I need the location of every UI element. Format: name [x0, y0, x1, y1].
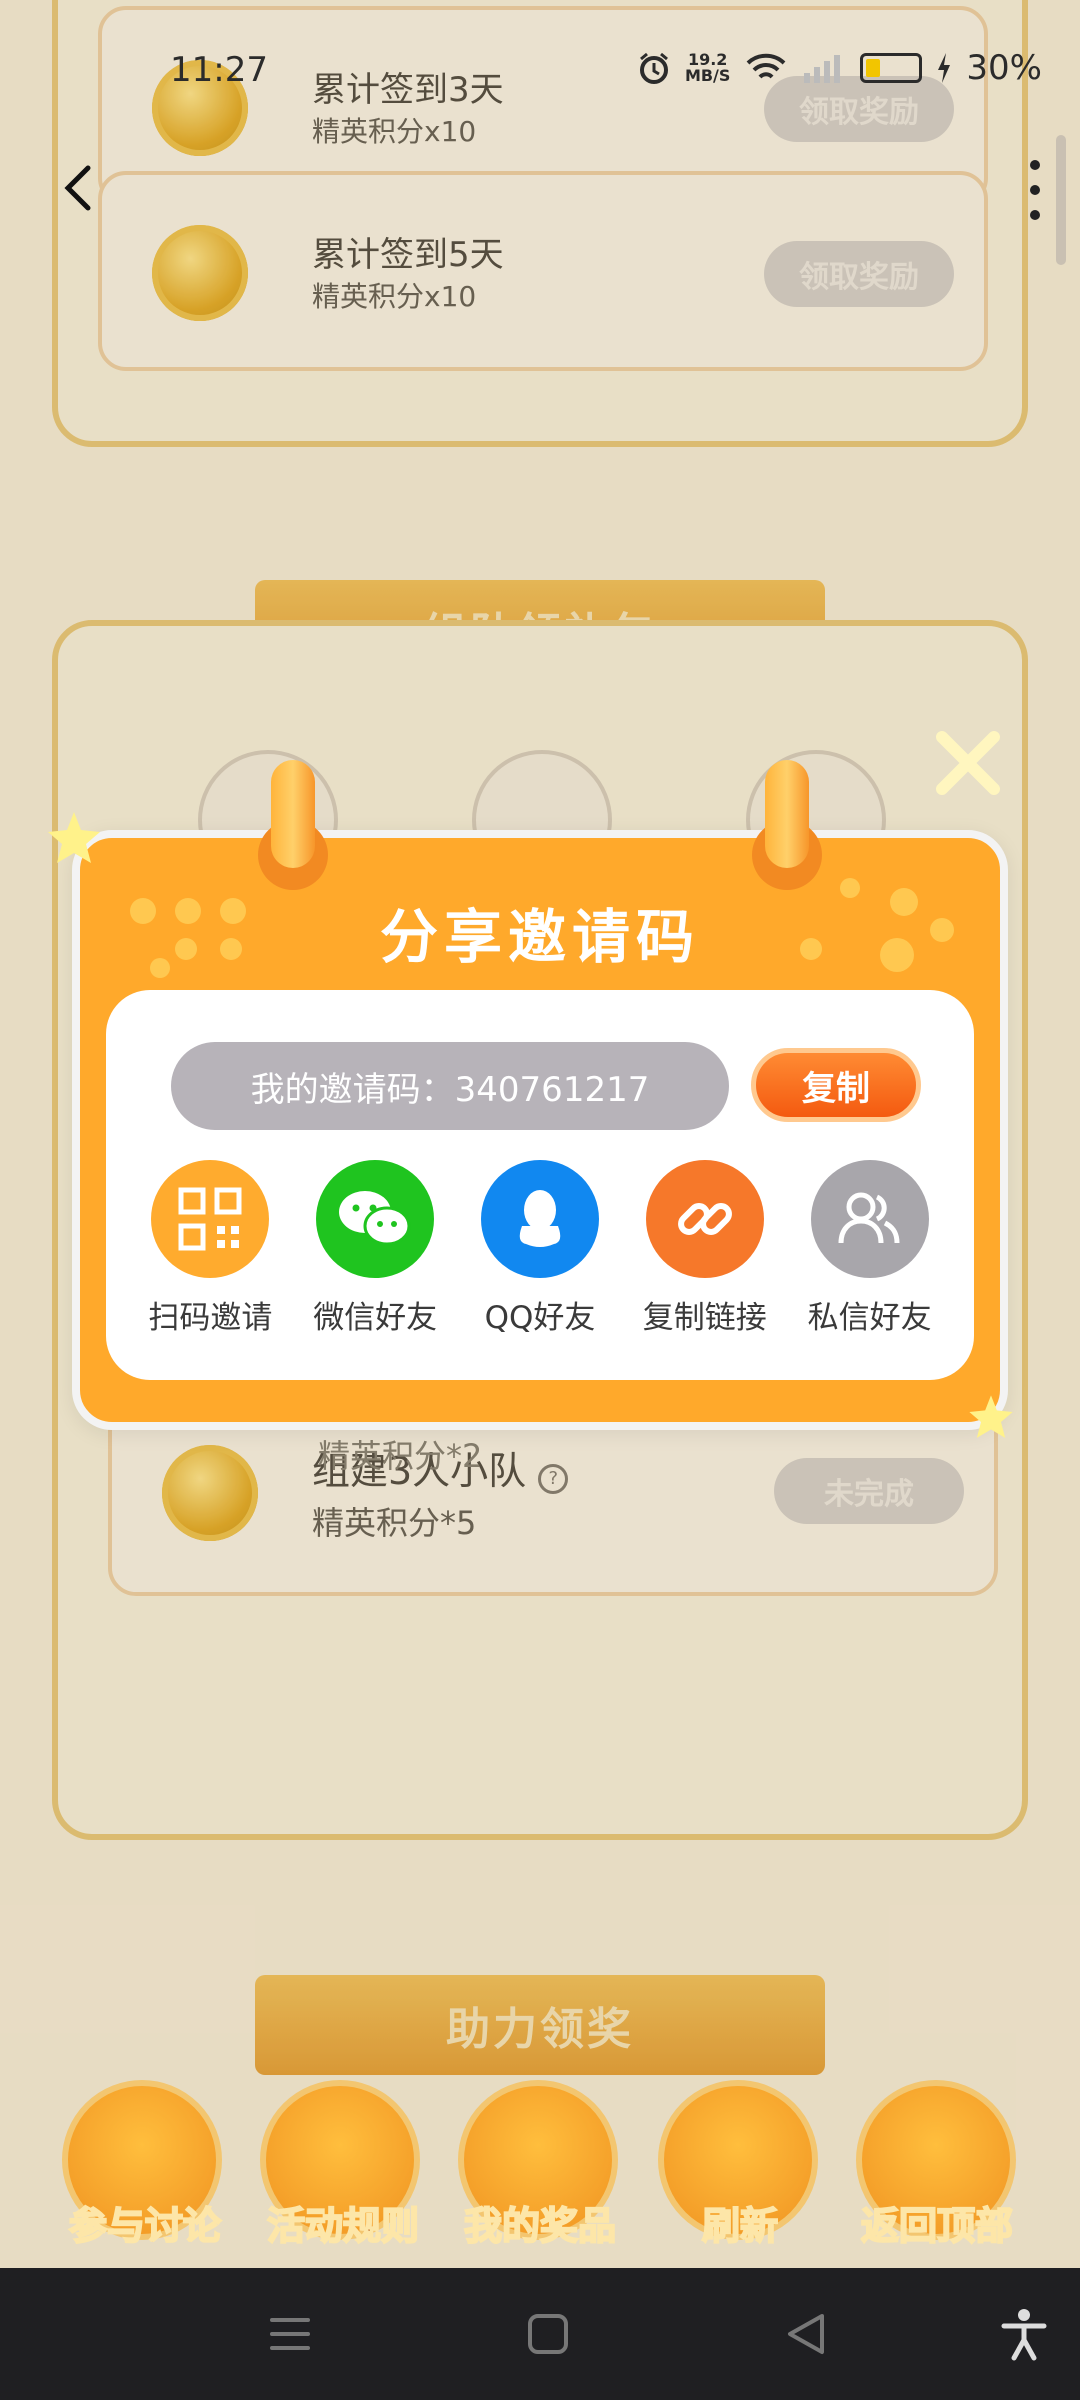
share-label: 扫码邀请	[148, 1300, 273, 1336]
copy-code-button[interactable]: 复制	[751, 1048, 921, 1122]
sparkle-star-icon	[969, 1395, 1013, 1438]
scrollbar[interactable]	[1056, 135, 1066, 265]
more-options-icon[interactable]	[1020, 160, 1050, 220]
battery-percent: 30%	[966, 48, 1042, 88]
share-invite-modal: 分享邀请码 我的邀请码：340761217 复制 扫码邀请 微信好友 QQ好友 …	[72, 830, 1008, 1430]
refresh-label[interactable]: 刷新	[655, 2195, 825, 2250]
share-options: 扫码邀请 微信好友 QQ好友 复制链接 私信好友	[106, 1160, 974, 1337]
share-qq[interactable]: QQ好友	[458, 1160, 623, 1337]
share-private-message[interactable]: 私信好友	[787, 1160, 952, 1337]
ring-hook	[765, 760, 809, 868]
share-label: 复制链接	[642, 1300, 767, 1336]
ring-hook	[271, 760, 315, 868]
battery-icon	[860, 53, 923, 83]
system-nav-bar	[0, 2268, 1080, 2400]
status-time: 11:27	[170, 50, 268, 90]
share-wechat[interactable]: 微信好友	[293, 1160, 458, 1337]
status-icons: 19.2 MB/S 30%	[637, 48, 1042, 88]
link-icon	[645, 1160, 764, 1278]
home-icon[interactable]	[520, 2306, 576, 2362]
back-arrow-icon[interactable]	[50, 158, 110, 218]
close-icon[interactable]	[930, 725, 1006, 801]
network-speed: 19.2 MB/S	[685, 52, 730, 84]
share-copy-link[interactable]: 复制链接	[622, 1160, 787, 1337]
modal-title: 分享邀请码	[379, 903, 700, 971]
back-to-top-label[interactable]: 返回顶部	[852, 2195, 1022, 2250]
net-speed-unit: MB/S	[684, 66, 731, 85]
status-bar: 11:27 19.2 MB/S 30%	[0, 0, 1080, 140]
alarm-icon	[639, 52, 668, 84]
sparkle-star-icon	[48, 812, 100, 863]
share-label: 私信好友	[807, 1300, 932, 1336]
back-icon[interactable]	[778, 2306, 834, 2362]
menu-icon[interactable]	[262, 2306, 318, 2362]
discuss-label[interactable]: 参与讨论	[60, 2195, 230, 2250]
qq-icon	[480, 1160, 599, 1278]
qr-code-icon	[151, 1160, 270, 1278]
signal-icon	[804, 55, 841, 83]
invite-code-display: 我的邀请码：340761217	[171, 1042, 729, 1130]
wechat-icon	[316, 1160, 435, 1278]
accessibility-icon[interactable]	[996, 2306, 1052, 2362]
friends-icon	[810, 1160, 929, 1278]
share-qr-invite[interactable]: 扫码邀请	[128, 1160, 293, 1337]
rules-label[interactable]: 活动规则	[258, 2195, 428, 2250]
charging-icon	[938, 53, 951, 83]
share-label: QQ好友	[484, 1300, 596, 1336]
my-prizes-label[interactable]: 我的奖品	[455, 2195, 625, 2250]
wifi-icon	[747, 53, 786, 79]
modal-content: 我的邀请码：340761217 复制 扫码邀请 微信好友 QQ好友 复制链接 私…	[106, 990, 974, 1380]
share-label: 微信好友	[313, 1300, 438, 1336]
